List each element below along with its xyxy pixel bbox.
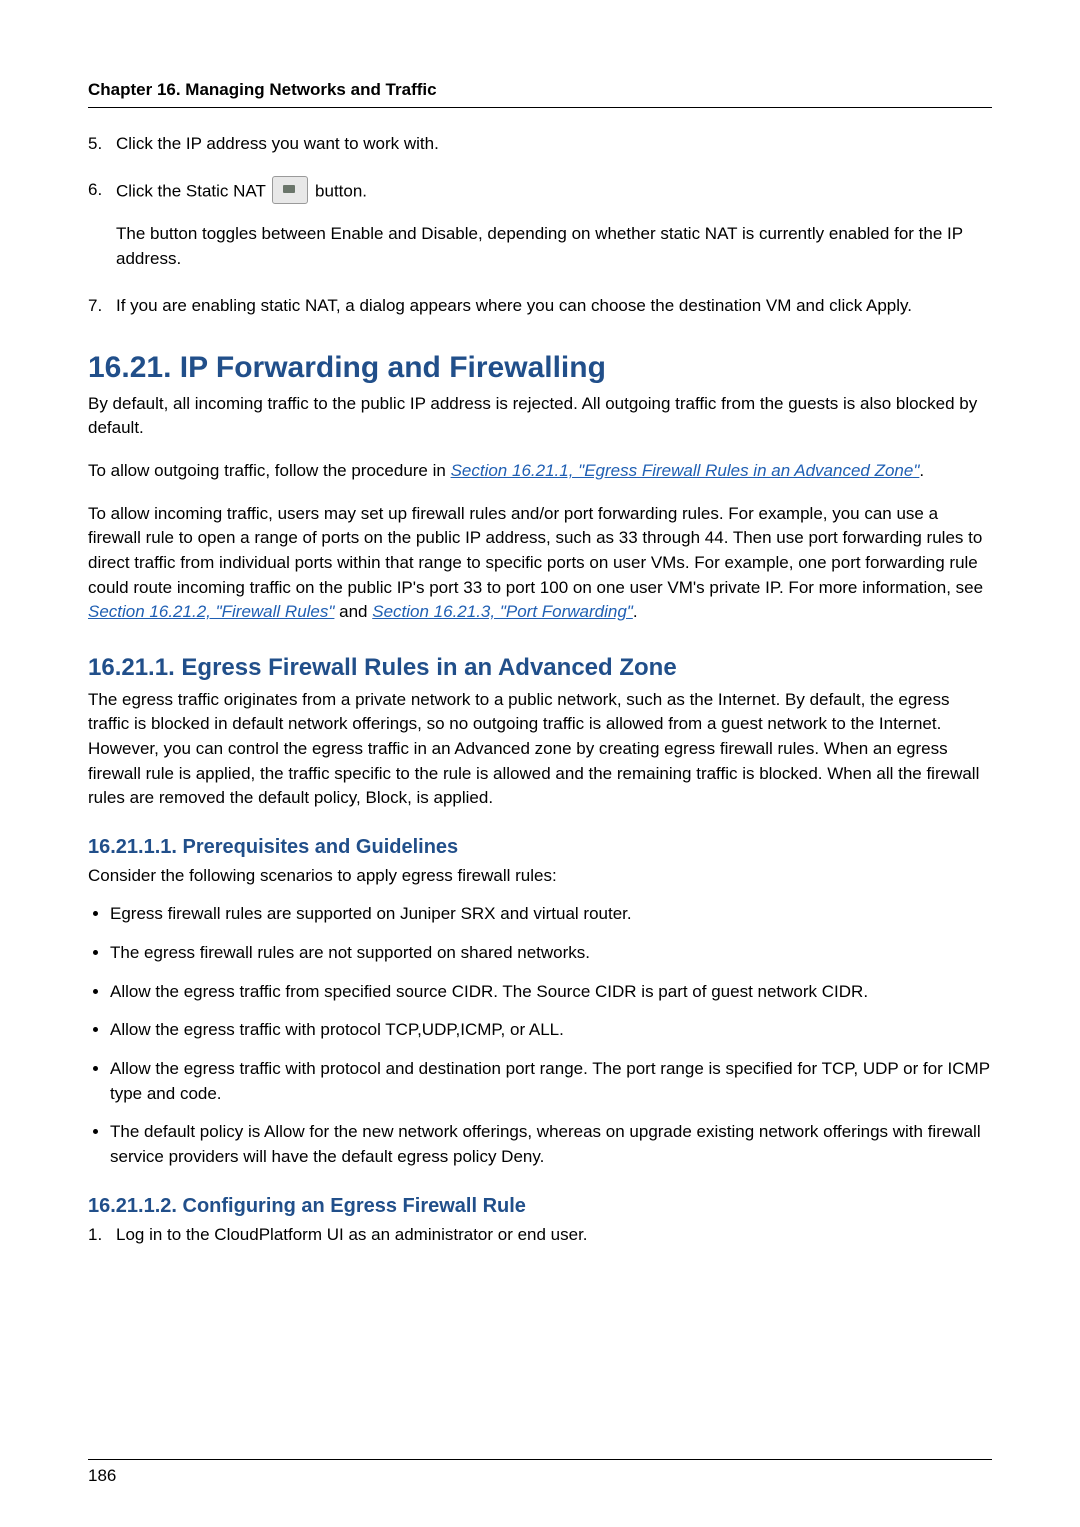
section-16-21-p2: To allow outgoing traffic, follow the pr… <box>88 459 992 484</box>
p2-pre: To allow outgoing traffic, follow the pr… <box>88 461 451 480</box>
p2-post: . <box>919 461 924 480</box>
prereq-bullet-6: The default policy is Allow for the new … <box>110 1120 992 1169</box>
step-5: 5. Click the IP address you want to work… <box>116 132 992 157</box>
section-16-21-1-1-title: 16.21.1.1. Prerequisites and Guidelines <box>88 833 992 862</box>
section-16-21-1-p1: The egress traffic originates from a pri… <box>88 688 992 811</box>
prereq-bullet-3: Allow the egress traffic from specified … <box>110 980 992 1005</box>
p3-post: . <box>633 602 638 621</box>
step-6-text-post: button. <box>315 182 367 201</box>
prereq-bullet-2: The egress firewall rules are not suppor… <box>110 941 992 966</box>
section-16-21-p1: By default, all incoming traffic to the … <box>88 392 992 441</box>
section-16-21-title: 16.21. IP Forwarding and Firewalling <box>88 346 992 390</box>
step-7: 7. If you are enabling static NAT, a dia… <box>116 294 992 319</box>
p3-pre: To allow incoming traffic, users may set… <box>88 504 983 597</box>
link-port-forwarding[interactable]: Section 16.21.3, "Port Forwarding" <box>372 602 633 621</box>
config-step-1-num: 1. <box>88 1223 102 1248</box>
link-firewall-rules[interactable]: Section 16.21.2, "Firewall Rules" <box>88 602 334 621</box>
page-number: 186 <box>88 1466 116 1485</box>
step-6: 6. Click the Static NAT button. The butt… <box>116 178 992 271</box>
step-6-num: 6. <box>88 178 102 203</box>
section-16-21-p3: To allow incoming traffic, users may set… <box>88 502 992 625</box>
prereq-bullet-5: Allow the egress traffic with protocol a… <box>110 1057 992 1106</box>
step-5-num: 5. <box>88 132 102 157</box>
static-nat-icon[interactable] <box>272 176 308 204</box>
section-16-21-1-title: 16.21.1. Egress Firewall Rules in an Adv… <box>88 651 992 686</box>
step-5-text: Click the IP address you want to work wi… <box>116 134 439 153</box>
prereq-bullet-1: Egress firewall rules are supported on J… <box>110 902 992 927</box>
prereq-bullet-4: Allow the egress traffic with protocol T… <box>110 1018 992 1043</box>
config-step-1: 1. Log in to the CloudPlatform UI as an … <box>116 1223 992 1248</box>
chapter-heading: Chapter 16. Managing Networks and Traffi… <box>88 78 992 108</box>
step-7-num: 7. <box>88 294 102 319</box>
config-step-1-text: Log in to the CloudPlatform UI as an adm… <box>116 1225 588 1244</box>
prereq-intro: Consider the following scenarios to appl… <box>88 864 992 889</box>
link-egress-rules[interactable]: Section 16.21.1, "Egress Firewall Rules … <box>451 461 920 480</box>
p3-mid: and <box>334 602 372 621</box>
step-6-note: The button toggles between Enable and Di… <box>116 222 992 271</box>
section-16-21-1-2-title: 16.21.1.2. Configuring an Egress Firewal… <box>88 1192 992 1221</box>
step-6-text-pre: Click the Static NAT <box>116 182 270 201</box>
step-7-text: If you are enabling static NAT, a dialog… <box>116 296 912 315</box>
